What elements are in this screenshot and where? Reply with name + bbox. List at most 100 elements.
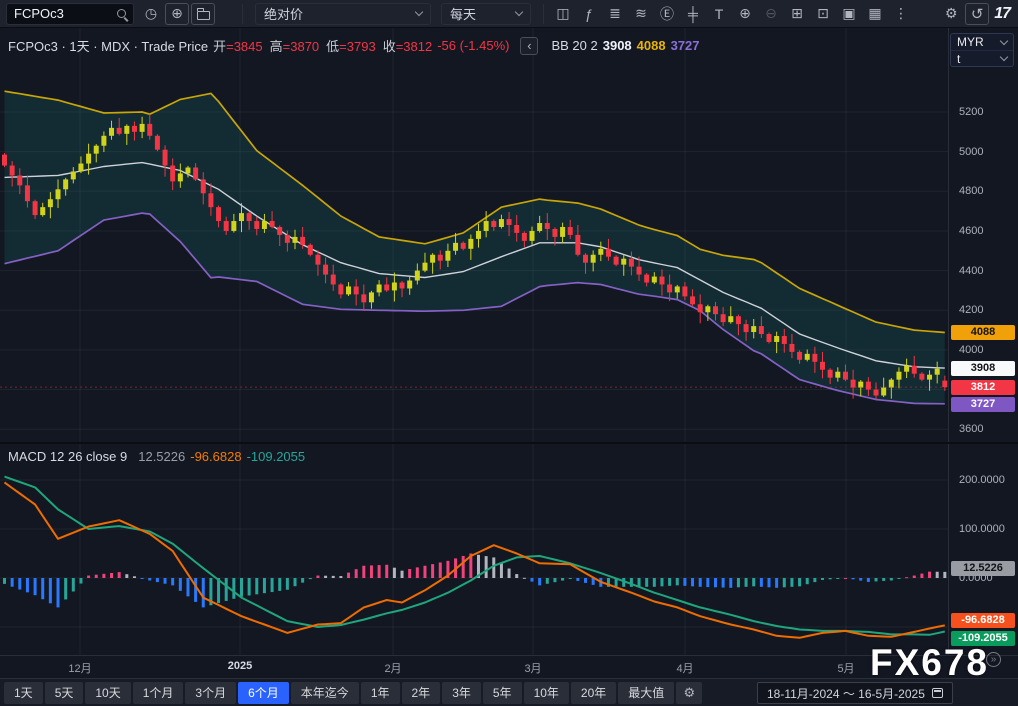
price-axis[interactable]: 52005000480046004400420040003600200.0000… xyxy=(948,28,1018,655)
toolbar-separator xyxy=(543,4,544,24)
toolbar-left-icons: ◷⊕ xyxy=(138,3,216,25)
trading-chart-app: FCPOc3 ◷⊕ 绝对价 每天 ◫ƒ≣≋Ⓔ╪T⊕⊖⊞⊡▣▦⋮ ⚙ ↺ 17 F… xyxy=(0,0,1018,706)
folder-glyph xyxy=(197,11,210,20)
range-button[interactable]: 最大值 xyxy=(618,682,674,704)
axis-tick: 5200 xyxy=(959,106,983,118)
zoom-out-icon[interactable]: ⊖ xyxy=(759,3,783,25)
text-tool-icon[interactable]: T xyxy=(707,3,731,25)
range-button[interactable]: 5年 xyxy=(483,682,522,704)
macd-grid xyxy=(0,443,948,655)
range-button[interactable]: 2年 xyxy=(402,682,441,704)
range-buttons: 1天5天10天1个月3个月6个月本年迄今1年2年3年5年10年20年最大值 xyxy=(2,682,674,704)
time-axis-label: 4月 xyxy=(676,660,693,676)
macd-line-value: -96.6828 xyxy=(190,449,241,464)
pane-divider[interactable] xyxy=(0,442,1018,444)
collapse-legend-button[interactable]: ‹ xyxy=(520,37,538,55)
macd-legend: MACD 12 26 close 9 12.5226 -96.6828 -109… xyxy=(8,449,305,464)
interval-value: 每天 xyxy=(450,4,476,23)
date-range-picker[interactable]: 18-11月-2024 ～ 16-5月-2025 xyxy=(757,682,953,704)
price-tag: 3727 xyxy=(951,397,1015,412)
range-button[interactable]: 5天 xyxy=(45,682,84,704)
bb-upper-value: 4088 xyxy=(637,38,666,53)
ohlc-values: 开=3845 高=3870 低=3793 收=3812 xyxy=(213,36,432,55)
axis-settings-button[interactable]: ⚙ xyxy=(676,682,702,704)
unit-dropdown[interactable]: t xyxy=(951,50,1013,66)
bollinger-bands xyxy=(5,91,945,404)
events-icon[interactable]: Ⓔ xyxy=(655,3,679,25)
macd-signal-value: -109.2055 xyxy=(247,449,306,464)
bb-legend-name: BB 20 2 xyxy=(551,38,597,53)
axis-tick: 200.0000 xyxy=(959,474,1005,486)
search-icon xyxy=(117,9,126,18)
axis-tick: 4600 xyxy=(959,225,983,237)
range-button[interactable]: 10天 xyxy=(85,682,130,704)
candlestick-style-icon[interactable]: ◫ xyxy=(551,3,575,25)
currency-value: MYR xyxy=(957,35,984,49)
add-symbol-icon[interactable]: ⊕ xyxy=(165,3,189,25)
settings-gear-icon[interactable]: ⚙ xyxy=(939,3,963,25)
time-axis-label: 5月 xyxy=(837,660,854,676)
tradingview-logo[interactable]: 17 xyxy=(994,5,1010,23)
ohlc-item: 收=3812 xyxy=(383,36,433,55)
axis-tick: 5000 xyxy=(959,146,983,158)
time-axis-label: 3月 xyxy=(524,660,541,676)
ohlc-item: 低=3793 xyxy=(326,36,376,55)
ohlc-item: 开=3845 xyxy=(213,36,263,55)
snapshot-icon[interactable]: ⊡ xyxy=(811,3,835,25)
range-button[interactable]: 1个月 xyxy=(133,682,184,704)
table-view-icon[interactable]: ⊞ xyxy=(785,3,809,25)
top-toolbar: FCPOc3 ◷⊕ 绝对价 每天 ◫ƒ≣≋Ⓔ╪T⊕⊖⊞⊡▣▦⋮ ⚙ ↺ 17 xyxy=(0,0,1018,28)
macd-hist-value: 12.5226 xyxy=(138,449,185,464)
currency-dropdown[interactable]: MYR xyxy=(951,34,1013,50)
fx678-watermark: FX678 xyxy=(870,642,989,684)
range-button[interactable]: 20年 xyxy=(571,682,616,704)
main-chart-legend: FCPOc3 · 1天 · MDX · Trade Price 开=3845高=… xyxy=(8,36,700,55)
interval-dropdown[interactable]: 每天 xyxy=(441,3,531,25)
indicators-icon[interactable]: ƒ xyxy=(577,3,601,25)
time-axis[interactable]: 12月20252月3月4月5月 xyxy=(0,655,1018,678)
macd-legend-name: MACD 12 26 close 9 xyxy=(8,449,127,464)
range-button[interactable]: 1年 xyxy=(361,682,400,704)
calendar-icon xyxy=(932,688,943,698)
chevron-down-icon xyxy=(1000,53,1008,61)
macd-lines xyxy=(5,477,945,638)
date-range-text: 18-11月-2024 ～ 16-5月-2025 xyxy=(767,685,925,702)
history-clock-icon[interactable]: ◷ xyxy=(139,3,163,25)
range-button[interactable]: 1天 xyxy=(4,682,43,704)
chart-panel-icon[interactable]: ▦ xyxy=(863,3,887,25)
price-type-dropdown[interactable]: 绝对价 xyxy=(255,3,431,25)
popout-window-icon[interactable]: ▣ xyxy=(837,3,861,25)
axis-tick: 3600 xyxy=(959,423,983,435)
range-button[interactable]: 6个月 xyxy=(238,682,289,704)
scale-settings-icon[interactable]: ╪ xyxy=(681,3,705,25)
symbol-search-input[interactable]: FCPOc3 xyxy=(6,3,134,25)
price-tag: -96.6828 xyxy=(951,613,1015,628)
price-tag: 12.5226 xyxy=(951,561,1015,576)
zoom-in-icon[interactable]: ⊕ xyxy=(733,3,757,25)
range-button[interactable]: 10年 xyxy=(524,682,569,704)
main-price-chart[interactable] xyxy=(0,28,948,443)
ohlc-item: 高=3870 xyxy=(270,36,320,55)
chevron-down-icon xyxy=(1000,36,1008,44)
bb-lower-value: 3727 xyxy=(671,38,700,53)
range-button[interactable]: 3年 xyxy=(442,682,481,704)
waves-overlay-icon[interactable]: ≋ xyxy=(629,3,653,25)
price-change: -56 (-1.45%) xyxy=(437,38,509,53)
undo-reset-icon[interactable]: ↺ xyxy=(965,3,989,25)
axis-tick: 4200 xyxy=(959,304,983,316)
price-type-value: 绝对价 xyxy=(264,4,303,23)
compare-layers-icon[interactable]: ≣ xyxy=(603,3,627,25)
unit-value: t xyxy=(957,52,960,66)
axis-tick: 100.0000 xyxy=(959,523,1005,535)
chart-region xyxy=(0,28,948,655)
bb-basis-value: 3908 xyxy=(603,38,632,53)
macd-indicator-chart[interactable] xyxy=(0,443,948,655)
time-axis-label: 12月 xyxy=(68,660,91,676)
range-button[interactable]: 3个月 xyxy=(185,682,236,704)
range-button[interactable]: 本年迄今 xyxy=(291,682,359,704)
axis-tick: 4800 xyxy=(959,185,983,197)
folder-icon[interactable] xyxy=(191,3,215,25)
time-axis-label: 2月 xyxy=(384,660,401,676)
more-options-icon[interactable]: ⋮ xyxy=(889,3,913,25)
macd-histogram xyxy=(3,554,946,608)
